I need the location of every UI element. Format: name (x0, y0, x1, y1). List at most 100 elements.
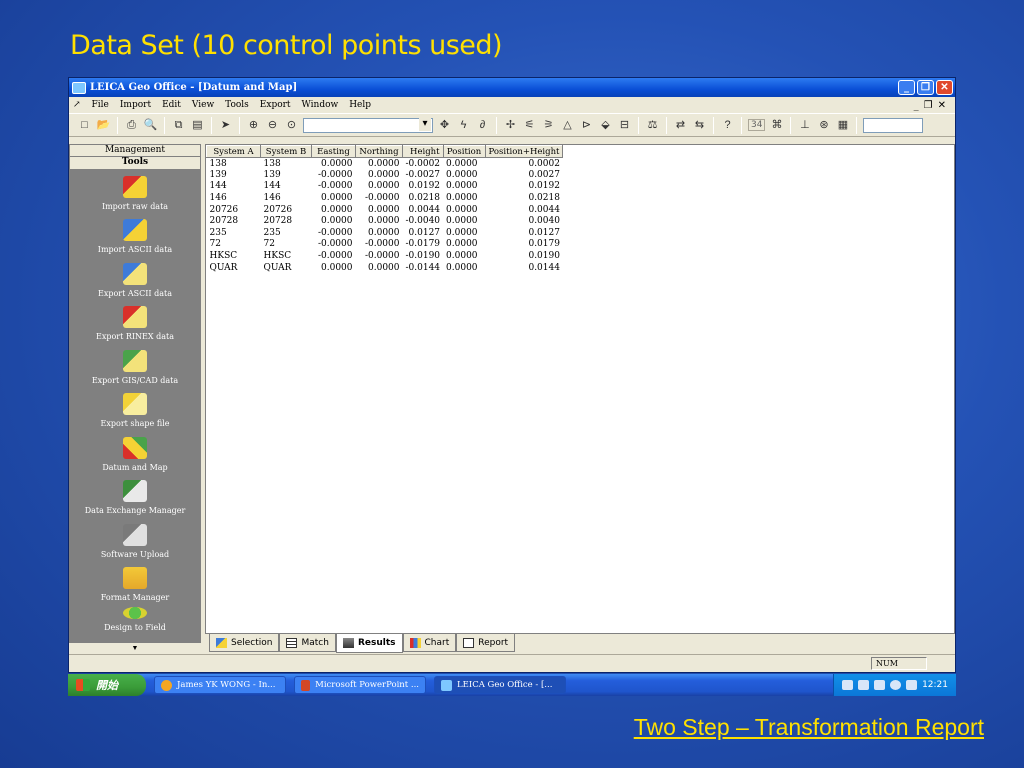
selection-icon (216, 637, 227, 648)
area-tool-icon[interactable]: ⚞ (541, 118, 556, 133)
triangle-icon[interactable]: △ (560, 118, 575, 133)
network-tray-icon[interactable] (890, 680, 902, 690)
grid-icon[interactable]: ▦ (835, 118, 850, 133)
line-tool-icon[interactable]: ⚟ (522, 118, 537, 133)
printer-tray-icon[interactable] (842, 680, 854, 690)
tool-label: Export shape file (100, 419, 170, 428)
cell: 0.0000 (321, 216, 353, 227)
column-header-position-height[interactable]: Position+Height (484, 145, 564, 158)
zoom-in-icon[interactable]: ⊕ (246, 118, 261, 133)
tab-report[interactable]: Report (456, 634, 516, 652)
point-tool-icon[interactable]: ✢ (503, 118, 518, 133)
column-header-northing[interactable]: Northing (355, 145, 403, 158)
menu-window[interactable]: Window (302, 100, 339, 110)
table-row[interactable]: HKSC HKSC -0.0000 -0.0000 -0.0190 0.0000 0.019… (207, 250, 563, 262)
tab-results[interactable]: Results (335, 634, 403, 653)
tool-design-to-field[interactable]: Design to Field (69, 605, 201, 635)
close-button[interactable]: ✕ (936, 80, 953, 95)
filter-icon[interactable]: ⊳ (579, 118, 594, 133)
management-header[interactable]: Management (69, 144, 201, 157)
open-icon[interactable]: 📂 (96, 118, 111, 133)
chart-icon (409, 637, 421, 648)
tool-import-raw-data[interactable]: Import raw data (69, 170, 201, 214)
cell: 20728 (263, 216, 293, 227)
tab-chart[interactable]: Chart (402, 634, 457, 652)
angle-icon[interactable]: ⊥ (797, 118, 812, 133)
messenger-tray-icon[interactable] (906, 680, 918, 690)
table-row[interactable]: 138 138 0.0000 0.0000 -0.0002 0.0000 0.0002 (207, 158, 563, 170)
zoom-fit-icon[interactable]: ⊙ (284, 118, 299, 133)
transform-right-icon[interactable]: ⇆ (692, 118, 707, 133)
paste-icon[interactable]: ▤ (190, 118, 205, 133)
toolbar-separator (741, 116, 742, 134)
table-row[interactable]: 235 235 -0.0000 0.0000 0.0127 0.0000 0.0127 (207, 227, 563, 239)
column-header-height[interactable]: Height (402, 145, 444, 158)
table-row[interactable]: 139 139 -0.0000 0.0000 -0.0027 0.0000 0.0027 (207, 169, 563, 181)
help-pointer-icon[interactable]: ? (720, 118, 735, 133)
measure-icon[interactable]: ϟ (456, 118, 471, 133)
table-row[interactable]: 144 144 -0.0000 0.0000 0.0192 0.0000 0.0192 (207, 181, 563, 193)
layer-combo[interactable] (303, 117, 433, 133)
tool-export-ascii-data[interactable]: Export ASCII data (69, 257, 201, 301)
menu-export[interactable]: Export (260, 100, 291, 110)
scroll-down-button[interactable]: ▼ (69, 643, 201, 654)
start-button[interactable]: 開始 (68, 674, 146, 696)
cell: -0.0144 (405, 262, 441, 273)
import-toolbar-icon[interactable]: ➤ (218, 118, 233, 133)
column-header-easting[interactable]: Easting (311, 145, 356, 158)
cell: 0.0000 (446, 181, 478, 192)
zoom-out-icon[interactable]: ⊖ (265, 118, 280, 133)
fill-icon[interactable]: ⬙ (598, 118, 613, 133)
task-outlook[interactable]: James YK WONG - In... (154, 676, 286, 694)
frame-icon[interactable]: ⊟ (617, 118, 632, 133)
tool-software-upload[interactable]: Software Upload (69, 518, 201, 562)
globe-icon[interactable]: ⊛ (816, 118, 831, 133)
menu-edit[interactable]: Edit (162, 100, 181, 110)
tool-datum-and-map[interactable]: Datum and Map (69, 431, 201, 475)
tool-export-rinex-data[interactable]: Export RINEX data (69, 301, 201, 345)
menu-help[interactable]: Help (349, 100, 371, 110)
tools-header[interactable]: Tools (69, 157, 201, 170)
satellite-icon[interactable]: ⌘ (769, 118, 784, 133)
menu-file[interactable]: File (92, 100, 109, 110)
table-row[interactable]: 72 72 -0.0000 -0.0000 -0.0179 0.0000 0.0179 (207, 239, 563, 251)
keyboard-tray-icon[interactable] (874, 680, 886, 690)
task-powerpoint[interactable]: Microsoft PowerPoint ... (294, 676, 426, 694)
pan-icon[interactable]: ✥ (437, 118, 452, 133)
menu-view[interactable]: View (192, 100, 214, 110)
minimize-button[interactable]: _ (898, 80, 915, 95)
tool-data-exchange-manager[interactable]: Data Exchange Manager (69, 475, 201, 519)
new-icon[interactable]: □ (77, 118, 92, 133)
table-row[interactable]: 20726 20726 0.0000 0.0000 0.0044 0.0000 0.0044 (207, 204, 563, 216)
transform-left-icon[interactable]: ⇄ (673, 118, 688, 133)
title-bar[interactable]: LEICA Geo Office - [Datum and Map] _ ❐ ✕ (69, 78, 955, 97)
tool-export-shape-file[interactable]: Export shape file (69, 388, 201, 432)
tab-match[interactable]: Match (279, 634, 336, 652)
column-header-system-a[interactable]: System A (206, 145, 261, 158)
cell: -0.0190 (405, 251, 441, 262)
table-row[interactable]: QUAR QUAR 0.0000 0.0000 -0.0144 0.0000 0.0144 (207, 262, 563, 274)
restore-button[interactable]: ❐ (917, 80, 934, 95)
toolbar-field[interactable] (863, 117, 924, 133)
document-window-controls[interactable]: _❐✕ (914, 100, 955, 111)
pen-tray-icon[interactable] (858, 680, 870, 690)
tool-import-ascii-data[interactable]: Import ASCII data (69, 214, 201, 258)
toolbar-separator (496, 116, 497, 134)
table-row[interactable]: 146 146 0.0000 -0.0000 0.0218 0.0000 0.0218 (207, 192, 563, 204)
copy-icon[interactable]: ⧉ (171, 118, 186, 133)
table-row[interactable]: 20728 20728 0.0000 0.0000 -0.0040 0.0000 0.004… (207, 215, 563, 227)
tool-export-gis-cad-data[interactable]: Export GIS/CAD data (69, 344, 201, 388)
slide-footer-link[interactable]: Two Step – Transformation Report (634, 714, 984, 741)
print-preview-icon[interactable]: 🔍 (143, 118, 158, 133)
task-leica[interactable]: LEICA Geo Office - [... (434, 676, 566, 694)
menu-import[interactable]: Import (120, 100, 151, 110)
column-header-position[interactable]: Position (442, 145, 486, 158)
compare-icon[interactable]: ⚖ (645, 118, 660, 133)
print-icon[interactable]: ⎙ (124, 118, 139, 133)
tab-selection[interactable]: Selection (209, 634, 280, 652)
measure-path-icon[interactable]: ∂ (475, 118, 490, 133)
app-menu-icon[interactable]: ↗ (73, 100, 81, 110)
column-header-system-b[interactable]: System B (260, 145, 312, 158)
tool-format-manager[interactable]: Format Manager (69, 562, 201, 606)
menu-tools[interactable]: Tools (225, 100, 249, 110)
